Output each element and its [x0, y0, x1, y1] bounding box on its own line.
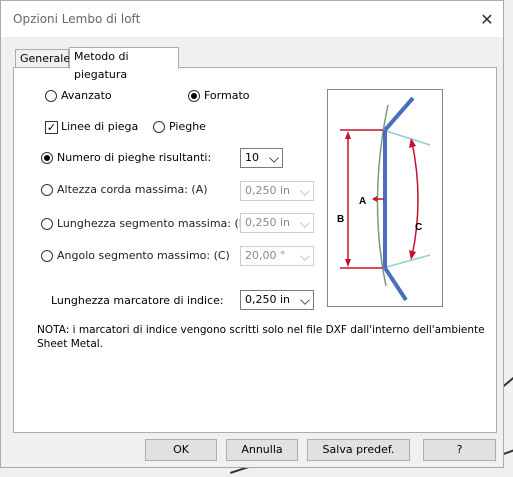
chevron-down-icon — [269, 153, 279, 163]
label-b: B — [337, 214, 344, 225]
max-segment-angle-select[interactable]: 20,00 ° — [240, 246, 314, 266]
max-segment-angle-value: 20,00 ° — [245, 249, 286, 262]
tab-bend-method[interactable]: Metodo di piegatura — [69, 47, 179, 81]
bends-label: Pieghe — [169, 120, 206, 133]
num-bends-radio[interactable] — [41, 152, 53, 164]
max-chord-height-radio[interactable] — [41, 184, 53, 196]
bend-diagram: A B C — [327, 89, 443, 307]
bend-diagram-graphic: A B C — [337, 96, 431, 302]
tab-general-label: Generale — [20, 52, 71, 65]
max-segment-angle-radio[interactable] — [41, 250, 53, 262]
loft-flange-options-dialog: Opzioni Lembo di loft ✕ Generale Metodo … — [0, 0, 504, 468]
bottom-tangent-line — [382, 254, 431, 269]
bend-lines-checkbox[interactable]: ✓ — [45, 121, 58, 134]
tab-general[interactable]: Generale — [15, 49, 71, 69]
dialog-title: Opzioni Lembo di loft — [13, 12, 141, 26]
label-a: A — [359, 196, 366, 207]
dim-b-arrow-down — [345, 259, 351, 267]
segment-top — [383, 96, 415, 132]
max-segment-angle-label: Angolo segmento massimo: (C) — [57, 249, 230, 262]
index-marker-value: 0,250 in — [245, 293, 291, 306]
num-bends-select[interactable]: 10 — [240, 148, 283, 168]
chevron-down-icon — [300, 251, 310, 261]
num-bends-label: Numero di pieghe risultanti: — [57, 151, 212, 164]
cancel-button[interactable]: Annulla — [226, 439, 298, 461]
formed-radio[interactable] — [188, 90, 200, 102]
dim-a-arrow — [372, 196, 377, 202]
max-segment-length-radio[interactable] — [41, 218, 53, 230]
index-marker-select[interactable]: 0,250 in — [240, 290, 314, 310]
bends-radio[interactable] — [153, 121, 165, 133]
max-segment-length-select[interactable]: 0,250 in — [240, 213, 314, 233]
save-default-button[interactable]: Salva predef. — [307, 439, 410, 461]
segment-bottom — [383, 266, 408, 302]
max-chord-height-label: Altezza corda massima: (A) — [57, 183, 208, 196]
chevron-down-icon — [300, 295, 310, 305]
chevron-down-icon — [300, 186, 310, 196]
advanced-label: Avanzato — [61, 89, 112, 102]
title-bar: Opzioni Lembo di loft ✕ — [1, 1, 503, 37]
max-segment-length-value: 0,250 in — [245, 216, 291, 229]
index-marker-label: Lunghezza marcatore di indice: — [51, 294, 224, 307]
top-tangent-line — [382, 129, 431, 146]
label-c: C — [415, 222, 422, 233]
help-button[interactable]: ? — [423, 439, 496, 461]
tab-bend-method-label: Metodo di piegatura — [74, 50, 129, 81]
chevron-down-icon — [300, 218, 310, 228]
advanced-radio[interactable] — [45, 90, 57, 102]
note-line-1: NOTA: i marcatori di indice vengono scri… — [37, 324, 485, 336]
formed-label: Formato — [204, 89, 250, 102]
bend-lines-label: Linee di piega — [61, 120, 139, 133]
ok-button[interactable]: OK — [145, 439, 217, 461]
dim-c-arc — [411, 141, 419, 257]
close-icon[interactable]: ✕ — [477, 11, 497, 29]
dim-b-arrow-up — [345, 131, 351, 139]
max-chord-height-select[interactable]: 0,250 in — [240, 181, 314, 201]
note-line-2: Sheet Metal. — [37, 338, 104, 350]
max-chord-height-value: 0,250 in — [245, 184, 291, 197]
num-bends-value: 10 — [245, 151, 259, 164]
max-segment-length-label: Lunghezza segmento massima: (B) — [57, 217, 251, 230]
